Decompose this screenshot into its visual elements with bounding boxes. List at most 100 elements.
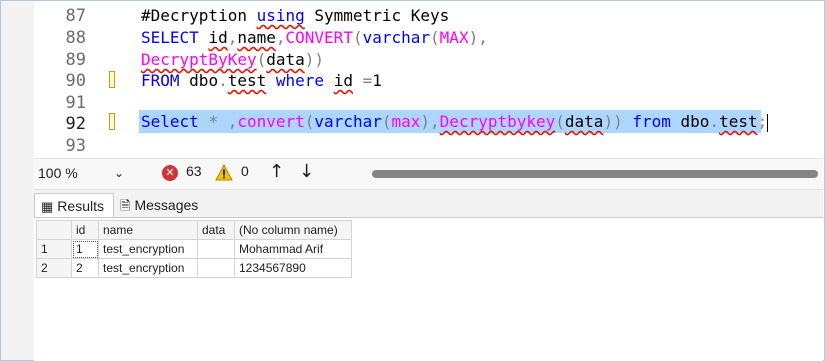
code-token: data [266,50,305,69]
code-token: name [237,28,276,47]
code-token: ), [468,28,488,47]
change-marker [109,113,115,130]
line-number: 87 [65,6,86,26]
chevron-down-icon: ⌄ [113,166,124,180]
horizontal-scrollbar[interactable] [372,170,818,178]
line-number: 91 [65,93,86,113]
code-token: DecryptByKey [141,50,257,69]
grid-icon: ▦ [41,199,54,214]
code-token: ( [555,112,565,131]
code-line-92: Select * ,convert(varchar(max),Decryptby… [141,112,769,132]
code-token: varchar [362,28,431,47]
zoom-value: 100 % [38,165,78,181]
code-token: ( [430,28,440,47]
line-number-current: 92 [65,114,86,134]
tab-messages[interactable]: 🗎 Messages [116,193,206,217]
query-editor[interactable]: 87 88 89 90 91 92 93 #Decryption using S… [34,1,823,158]
code-token: id [333,71,353,90]
code-token: #Decryption [141,6,257,25]
line-number: 88 [65,28,86,48]
cell-data[interactable] [197,258,235,278]
code-token: using [256,6,305,25]
cell-id[interactable]: 2 [71,258,99,278]
tab-results[interactable]: ▦ Results [34,193,114,217]
row-number[interactable]: 1 [36,239,72,259]
code-token: , [227,28,238,47]
code-token: SELECT [141,28,209,47]
table-row[interactable]: 1 1 test_encryption Mohammad Arif [36,239,352,259]
code-token: . [218,71,228,90]
code-token: MAX [439,28,469,47]
text-caret [767,113,769,132]
error-count[interactable]: 63 [186,163,202,179]
results-grid[interactable]: id name data (No column name) 1 1 test_e… [36,220,352,278]
code-token: ( [381,112,392,131]
code-token: id [208,28,228,47]
cell-no-column-name[interactable]: 1234567890 [234,258,352,278]
cell-data[interactable] [197,239,235,259]
code-token: 1 [372,71,382,90]
code-token: , [275,28,286,47]
warning-count[interactable]: 0 [241,163,249,179]
code-token: ), [420,112,440,131]
code-token: convert [237,112,305,131]
code-token: varchar [314,112,382,131]
error-icon[interactable]: ✕ [162,165,178,181]
grid-header-row: id name data (No column name) [36,220,352,240]
code-token: test [227,71,267,90]
code-token: , [218,112,238,131]
zoom-dropdown[interactable]: 100 % ⌄ [38,162,126,184]
cell-name[interactable]: test_encryption [98,258,198,278]
warning-icon[interactable] [215,164,233,181]
cell-name[interactable]: test_encryption [98,239,198,259]
code-token: . [709,112,720,131]
code-line-90: FROM dbo.test where id =1 [141,71,382,90]
line-number: 93 [65,136,86,156]
table-row[interactable]: 2 2 test_encryption 1234567890 [36,258,352,278]
previous-issue-arrow-icon[interactable]: ↑ [269,161,284,182]
code-token: data [564,112,604,131]
column-header-name[interactable]: name [98,220,198,240]
code-line-87: #Decryption using Symmetric Keys [141,6,449,25]
line-number: 89 [65,50,86,70]
column-header-no-column-name[interactable]: (No column name) [234,220,352,240]
code-token: )) [304,50,325,69]
row-header-corner[interactable] [36,220,72,240]
code-token: dbo [680,112,710,131]
code-token: ; [757,112,768,131]
code-token: test [719,112,758,131]
left-panel-strip [1,1,35,360]
column-header-data[interactable]: data [197,220,235,240]
code-token: dbo [189,71,219,90]
code-token: CONVERT [285,28,353,47]
code-token: = [352,71,373,90]
line-number: 90 [65,71,86,91]
code-line-89: DecryptByKey(data)) [141,50,324,69]
cell-id[interactable]: 1 [71,239,99,259]
code-token: ( [304,112,315,131]
code-line-88: SELECT id,name,CONVERT(varchar(MAX), [141,28,488,47]
code-token: ( [352,28,363,47]
column-header-id[interactable]: id [71,220,99,240]
code-token: FROM [141,71,190,90]
code-token: max [391,112,421,131]
code-token: ( [256,50,267,69]
cell-no-column-name[interactable]: Mohammad Arif [234,239,352,259]
code-token: from [632,112,671,131]
results-tab-strip: ▦ Results 🗎 Messages [34,190,823,217]
row-number[interactable]: 2 [36,258,72,278]
code-token: Symmetric Keys [304,6,450,25]
messages-icon: 🗎 [120,198,131,213]
code-token: Decryptbykey [439,112,556,131]
tab-messages-label: Messages [134,197,199,213]
tab-results-label: Results [57,198,104,214]
code-token: )) [603,112,633,131]
code-token: where [266,71,334,90]
change-marker [109,71,115,88]
code-token: * [208,112,219,131]
code-token: Select [141,112,209,131]
results-grid-area: id name data (No column name) 1 1 test_e… [34,217,823,361]
next-issue-arrow-icon[interactable]: ↓ [299,161,314,182]
editor-status-bar: 100 % ⌄ ✕ 63 0 ↑ ↓ [34,158,823,190]
